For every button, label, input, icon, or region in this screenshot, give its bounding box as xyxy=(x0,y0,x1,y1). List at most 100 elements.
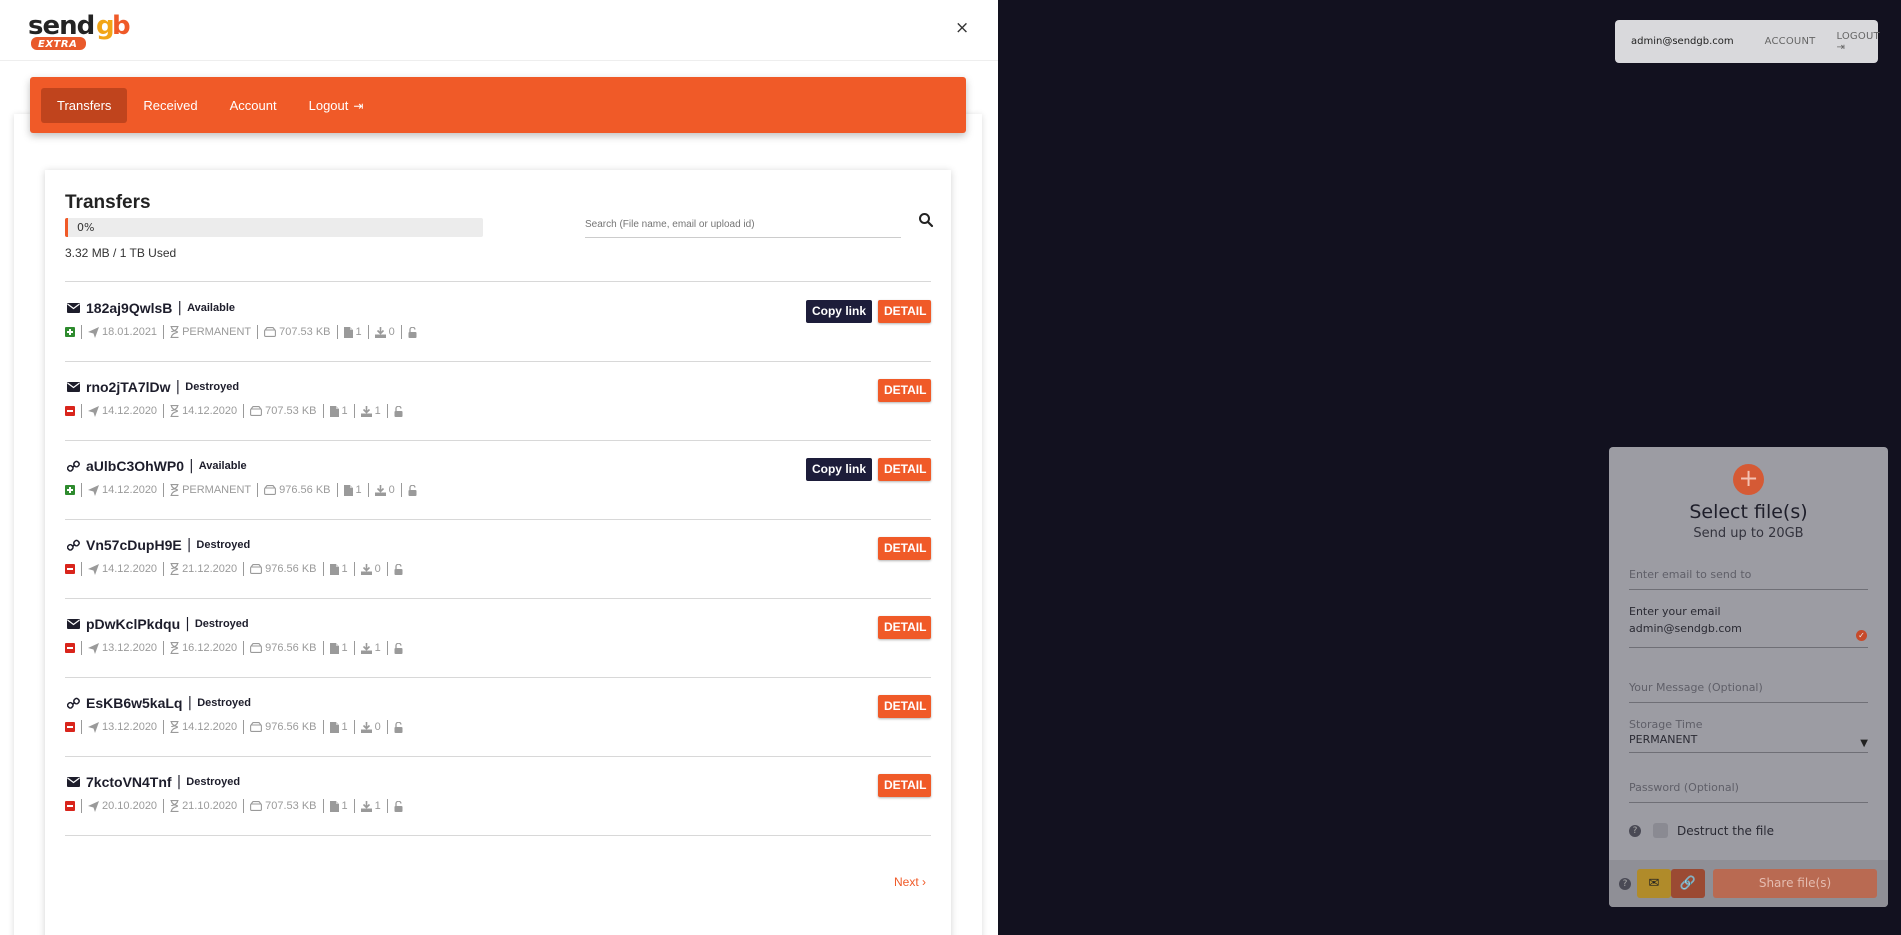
expiry-date: PERMANENT xyxy=(182,484,252,496)
transfer-row: aUlbC3OhWP0 | Available 14.12.2020 PERMANENT… xyxy=(65,440,931,519)
logout-link[interactable]: LOGOUT ⇥ xyxy=(1836,31,1879,53)
collapse-icon[interactable] xyxy=(65,564,75,574)
separator xyxy=(257,483,259,497)
storage-used-text: 3.32 MB / 1 TB Used xyxy=(65,246,177,260)
separator xyxy=(336,325,338,339)
separator xyxy=(400,325,402,339)
separator xyxy=(81,720,82,734)
unlock-icon xyxy=(394,563,403,575)
file-size: 707.53 KB xyxy=(279,326,331,338)
transfer-status: Destroyed xyxy=(194,618,249,630)
separator xyxy=(322,404,324,418)
separator xyxy=(386,720,388,734)
row-actions: DETAIL xyxy=(878,695,931,718)
destruct-checkbox[interactable] xyxy=(1653,823,1668,838)
storage-time-select[interactable]: Storage Time PERMANENT ▼ xyxy=(1629,718,1868,753)
link-mode-button[interactable]: 🔗 xyxy=(1671,869,1705,898)
expiry-date: 14.12.2020 xyxy=(182,721,238,733)
transfer-status: Destroyed xyxy=(196,539,251,551)
envelope-icon xyxy=(65,617,82,631)
upload-title: Select file(s) xyxy=(1689,501,1808,523)
separator: | xyxy=(175,379,181,395)
detail-button[interactable]: DETAIL xyxy=(878,537,931,560)
download-icon xyxy=(360,405,372,417)
collapse-icon[interactable] xyxy=(65,801,75,811)
message-field[interactable]: Your Message (Optional) xyxy=(1629,681,1868,703)
separator xyxy=(336,483,338,497)
separator xyxy=(163,720,165,734)
account-link[interactable]: ACCOUNT xyxy=(1765,36,1816,47)
share-files-button[interactable]: Share file(s) xyxy=(1713,869,1877,898)
check-icon: ✓ xyxy=(1856,630,1867,641)
transfer-meta: 18.01.2021 PERMANENT 707.53 KB 1 0 xyxy=(65,325,420,339)
expiry-date: 14.12.2020 xyxy=(182,405,238,417)
transfer-meta: 13.12.2020 16.12.2020 976.56 KB 1 1 xyxy=(65,641,406,655)
separator xyxy=(400,483,402,497)
sent-date: 13.12.2020 xyxy=(102,642,158,654)
download-count: 0 xyxy=(388,484,395,496)
expiry-date: 21.10.2020 xyxy=(182,800,238,812)
add-files-button[interactable]: + xyxy=(1733,464,1764,495)
collapse-icon[interactable] xyxy=(65,722,75,732)
collapse-icon[interactable] xyxy=(65,406,75,416)
email-to-field[interactable]: Enter email to send to xyxy=(1629,568,1868,590)
email-mode-button[interactable]: ✉ xyxy=(1637,869,1671,898)
main-nav: Transfers Received Account Logout ⇥ xyxy=(30,77,966,133)
password-field[interactable]: Password (Optional) xyxy=(1629,781,1868,803)
separator xyxy=(353,562,355,576)
expand-icon[interactable] xyxy=(65,485,75,495)
hourglass-icon xyxy=(170,405,179,417)
separator xyxy=(163,799,165,813)
separator xyxy=(163,325,165,339)
separator: | xyxy=(187,695,193,711)
detail-button[interactable]: DETAIL xyxy=(878,300,931,323)
search-icon[interactable] xyxy=(918,212,934,228)
close-button[interactable]: × xyxy=(955,18,969,38)
separator xyxy=(243,562,245,576)
next-page-link[interactable]: Next › xyxy=(894,875,926,889)
transfer-status: Destroyed xyxy=(186,776,241,788)
detail-button[interactable]: DETAIL xyxy=(878,458,931,481)
separator xyxy=(386,799,388,813)
sent-date: 14.12.2020 xyxy=(102,405,158,417)
collapse-icon[interactable] xyxy=(65,643,75,653)
expiry-date: 21.12.2020 xyxy=(182,563,238,575)
nav-logout[interactable]: Logout ⇥ xyxy=(293,88,380,123)
hdd-icon xyxy=(264,485,277,495)
help-icon[interactable]: ? xyxy=(1619,878,1631,890)
transfer-row: pDwKclPkdqu | Destroyed 13.12.2020 16.12.202… xyxy=(65,598,931,677)
link-icon xyxy=(65,538,82,552)
nav-account[interactable]: Account xyxy=(214,88,293,123)
separator: | xyxy=(189,458,194,474)
nav-transfers[interactable]: Transfers xyxy=(41,87,128,123)
hdd-icon xyxy=(250,722,263,732)
logout-icon: ⇥ xyxy=(1836,41,1846,53)
separator xyxy=(163,404,165,418)
upload-panel: + Select file(s) Send up to 20GB Enter e… xyxy=(1609,447,1888,907)
nav-received[interactable]: Received xyxy=(127,88,213,123)
your-email-field[interactable]: Enter your email admin@sendgb.com ✓ xyxy=(1629,605,1868,648)
transfer-heading: rno2jTA7lDw | Destroyed xyxy=(65,379,239,395)
transfer-heading: pDwKclPkdqu | Destroyed xyxy=(65,616,249,632)
transfer-row: rno2jTA7lDw | Destroyed 14.12.2020 14.12.202… xyxy=(65,361,931,440)
download-count: 0 xyxy=(374,563,381,575)
row-actions: DETAIL xyxy=(878,616,931,639)
detail-button[interactable]: DETAIL xyxy=(878,616,931,639)
file-count: 1 xyxy=(341,721,348,733)
copy-link-button[interactable]: Copy link xyxy=(805,458,872,481)
detail-button[interactable]: DETAIL xyxy=(878,379,931,402)
hourglass-icon xyxy=(170,484,179,496)
detail-button[interactable]: DETAIL xyxy=(878,774,931,797)
unlock-icon xyxy=(408,326,417,338)
detail-button[interactable]: DETAIL xyxy=(878,695,931,718)
search-input[interactable] xyxy=(585,214,901,230)
separator xyxy=(81,325,82,339)
expand-icon[interactable] xyxy=(65,327,75,337)
help-icon[interactable]: ? xyxy=(1629,824,1641,837)
svg-text:send: send xyxy=(28,11,94,41)
download-icon xyxy=(360,642,372,654)
transfer-meta: 14.12.2020 21.12.2020 976.56 KB 1 0 xyxy=(65,562,406,576)
transfer-row: 182aj9QwlsB | Available 18.01.2021 PERMANENT… xyxy=(65,282,931,361)
copy-link-button[interactable]: Copy link xyxy=(805,300,872,323)
separator xyxy=(81,799,82,813)
